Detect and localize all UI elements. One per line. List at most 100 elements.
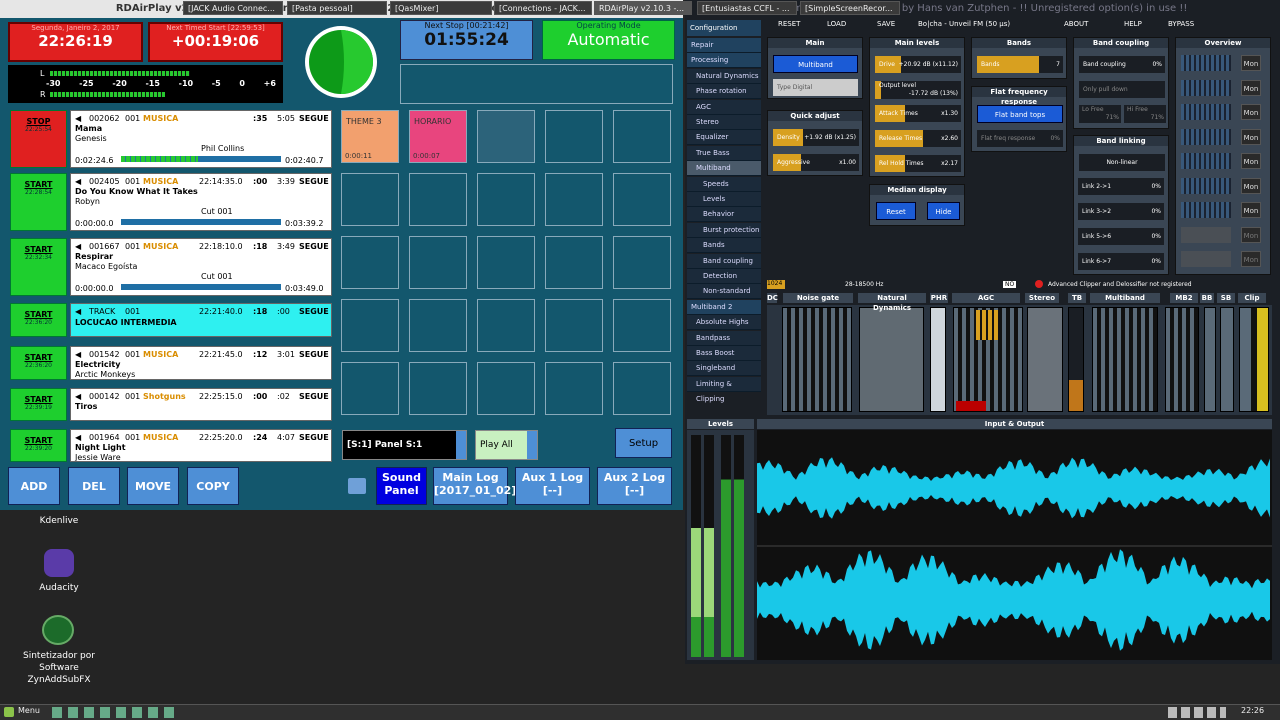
nav-item-band-coupling[interactable]: Band coupling	[687, 253, 761, 269]
mon-button[interactable]: Mon	[1241, 104, 1261, 120]
mon-button[interactable]: Mon	[1241, 79, 1261, 96]
sound-pad[interactable]	[545, 110, 603, 163]
del-button[interactable]: DEL	[68, 467, 120, 505]
mon-button[interactable]: Mon	[1241, 226, 1261, 243]
nav-item-stereo[interactable]: Stereo	[687, 115, 761, 130]
mon-button[interactable]: Mon	[1241, 251, 1261, 267]
sound-pad[interactable]	[477, 110, 535, 163]
sound-pad[interactable]: THEME 3 0:00:11	[341, 110, 399, 163]
log-row[interactable]: ◀ 001667 001 MUSICA 22:18:10.0:18 3:49 SEGUE Re…	[70, 238, 332, 296]
attack-slider[interactable]: Attack Times x1.30	[875, 105, 961, 122]
start-button[interactable]: START 22:39:19	[10, 388, 67, 421]
log-row[interactable]: ◀ 002062 001 MUSICA:35 5:05 SEGUE Mama Genesis P…	[70, 110, 332, 168]
nav-item-burst-protection[interactable]: Burst protection	[687, 222, 761, 238]
stop-button[interactable]: STOP 22:25:54	[10, 110, 67, 168]
audacity-icon[interactable]	[44, 549, 74, 577]
sound-pad[interactable]	[341, 173, 399, 226]
coupling-slider[interactable]: Band coupling 0%	[1079, 56, 1165, 73]
sound-pad[interactable]	[477, 362, 535, 415]
mon-button[interactable]: Mon	[1241, 55, 1261, 71]
menu-load[interactable]: LOAD	[827, 20, 846, 28]
start-button[interactable]: START 22:36:20	[10, 303, 67, 337]
sound-pad[interactable]	[341, 299, 399, 352]
taskbar-item[interactable]: [JACK Audio Connec...	[183, 1, 283, 15]
setup-button[interactable]: Setup	[615, 428, 672, 458]
nav-item-bass-boost[interactable]: Bass Boost	[687, 346, 761, 361]
bands-slider[interactable]: Bands 7	[977, 56, 1063, 73]
sound-pad[interactable]	[477, 236, 535, 289]
log-row[interactable]: ◀ 000142 001 Shotguns 22:25:15.0:00:02 SEGUE T…	[70, 388, 332, 421]
sound-pad[interactable]	[341, 236, 399, 289]
hold-slider[interactable]: Rel Hold Times x2.17	[875, 155, 961, 172]
link-slider[interactable]: Link 5->6 0%	[1078, 228, 1164, 245]
log-row[interactable]: ◀ TRACK 001 22:21:40.0:18:00 SEGUE LOCUCAO IN…	[70, 303, 332, 337]
menu-icon[interactable]	[4, 707, 14, 717]
move-button[interactable]: MOVE	[127, 467, 179, 505]
menu-button[interactable]: Menu	[18, 706, 40, 715]
nav-item-speeds[interactable]: Speeds	[687, 176, 761, 192]
desktop-icon-kdenlive[interactable]: Kdenlive	[20, 516, 98, 526]
desktop-icon-zyn[interactable]: Sintetizador por Software ZynAddSubFX	[18, 650, 100, 686]
nav-item-processing[interactable]: Processing	[687, 53, 761, 69]
release-slider[interactable]: Release Times x2.60	[875, 130, 961, 147]
copy-button[interactable]: COPY	[187, 467, 239, 505]
nav-item-repair[interactable]: Repair	[687, 38, 761, 53]
flat-band-tops-toggle[interactable]: Flat band tops	[977, 105, 1063, 123]
log-row[interactable]: ◀ 002405 001 MUSICA 22:14:35.0:00 3:39 SEGUE Do…	[70, 173, 332, 231]
nav-item-phase-rotation[interactable]: Phase rotation	[687, 84, 761, 100]
reset-button[interactable]: Reset	[876, 202, 916, 220]
mon-button[interactable]: Mon	[1241, 202, 1261, 218]
tray-icons[interactable]	[1168, 707, 1226, 718]
nav-item-non-standard[interactable]: Non-standard	[687, 284, 761, 300]
nav-item-agc[interactable]: AGC	[687, 99, 761, 115]
link-slider[interactable]: Link 6->7 0%	[1078, 253, 1164, 270]
nav-item-equalizer[interactable]: Equalizer	[687, 130, 761, 146]
nav-item-multiband-2[interactable]: Multiband 2	[687, 299, 761, 315]
sound-pad[interactable]	[613, 362, 671, 415]
sound-pad[interactable]	[545, 236, 603, 289]
play-mode-select[interactable]: Play All	[475, 430, 538, 460]
start-button[interactable]: START 22:28:54	[10, 173, 67, 231]
menu-configuration[interactable]: Configuration	[687, 20, 761, 36]
link-slider[interactable]: Link 2->1 0%	[1078, 178, 1164, 195]
menu-help[interactable]: HELP	[1124, 20, 1142, 28]
mon-button[interactable]: Mon	[1241, 153, 1261, 169]
trash-icon[interactable]	[348, 478, 366, 494]
nav-item-true-bass[interactable]: True Bass	[687, 145, 761, 161]
nav-item-absolute-highs[interactable]: Absolute Highs	[687, 315, 761, 331]
nav-item-singleband[interactable]: Singleband	[687, 361, 761, 377]
sound-pad[interactable]	[409, 236, 467, 289]
sound-pad[interactable]	[545, 362, 603, 415]
output-level-slider[interactable]: Output level -17.72 dB (13%)	[875, 81, 961, 99]
drive-slider[interactable]: Drive +20.92 dB (x11.12)	[875, 56, 961, 73]
nav-item-detection[interactable]: Detection	[687, 269, 761, 284]
taskbar-item[interactable]: [Pasta pessoal]	[287, 1, 387, 15]
log-row[interactable]: ◀ 001964 001 MUSICA 22:25:20.0:24 4:07 SEGUE Ni…	[70, 429, 332, 462]
desktop-icon-audacity[interactable]: Audacity	[20, 583, 98, 593]
zynaddsubfx-icon[interactable]	[42, 615, 74, 645]
taskbar-item[interactable]: [Connections - JACK...	[494, 1, 592, 15]
quicklaunch-icons[interactable]	[52, 707, 177, 718]
start-button[interactable]: START 22:32:34	[10, 238, 67, 296]
flat-freq-slider[interactable]: Flat freq response 0%	[977, 130, 1063, 147]
nav-item-behavior[interactable]: Behavior	[687, 207, 761, 223]
taskbar-item[interactable]: [QasMixer]	[390, 1, 492, 15]
start-button[interactable]: START 22:36:20	[10, 346, 67, 380]
sound-pad[interactable]	[477, 299, 535, 352]
nav-item-levels[interactable]: Levels	[687, 192, 761, 207]
sound-pad[interactable]	[613, 299, 671, 352]
menu-save[interactable]: SAVE	[877, 20, 895, 28]
density-slider[interactable]: Density +1.92 dB (x1.25)	[773, 129, 859, 146]
log-row[interactable]: ◀ 001542 001 MUSICA 22:21:45.0:12 3:01 SEGUE El…	[70, 346, 332, 380]
taskbar-item[interactable]: RDAirPlay v2.10.3 -...	[594, 1, 692, 15]
sound-pad[interactable]	[341, 362, 399, 415]
sound-pad[interactable]	[613, 110, 671, 163]
menu-reset[interactable]: RESET	[778, 20, 800, 28]
taskbar-item[interactable]: [SimpleScreenRecor...	[800, 1, 900, 15]
sound-pad[interactable]	[545, 299, 603, 352]
start-button[interactable]: START 22:39:20	[10, 429, 67, 462]
operating-mode[interactable]: Operating Mode Automatic	[542, 20, 675, 60]
sound-pad[interactable]	[613, 236, 671, 289]
hide-button[interactable]: Hide	[927, 202, 960, 220]
nav-item-bandpass[interactable]: Bandpass	[687, 330, 761, 346]
